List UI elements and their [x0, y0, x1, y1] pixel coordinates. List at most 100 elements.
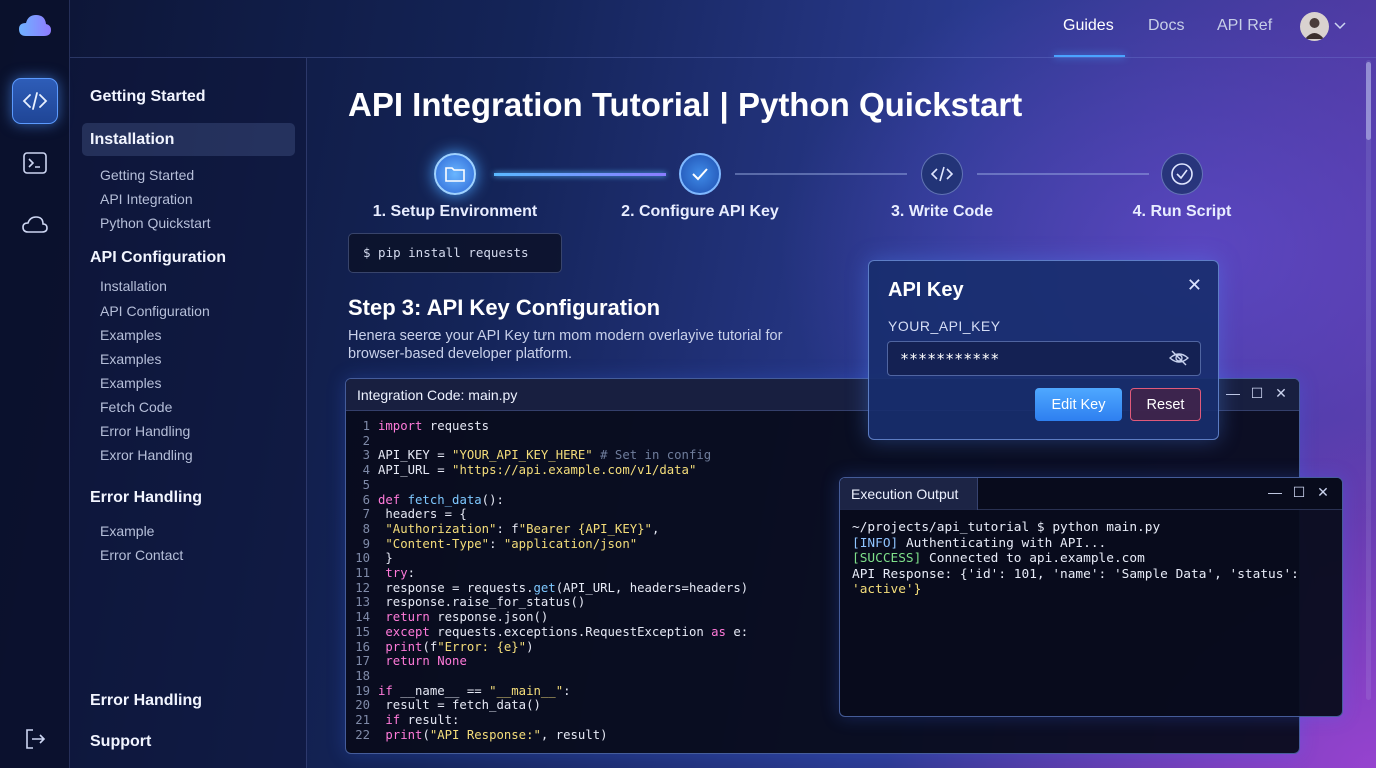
sidebar-item[interactable]: API Configuration [100, 303, 210, 319]
sidebar-footer-error-handling[interactable]: Error Handling [90, 692, 202, 710]
sidebar-head-installation[interactable]: Installation [90, 131, 174, 149]
sidebar-item[interactable]: Exror Handling [100, 447, 193, 463]
sidebar-item[interactable]: Error Contact [100, 547, 183, 563]
code-line: 4 API_URL = "https://api.example.com/v1/d… [346, 463, 1299, 478]
line-number: 17 [355, 654, 370, 669]
line-number: 7 [362, 507, 370, 522]
step-description: Henera seerœ your API Key tưn mom modern… [348, 328, 783, 362]
step-connector-done [494, 173, 666, 176]
code-view-button[interactable] [12, 78, 58, 124]
minimize-icon[interactable]: — [1266, 484, 1284, 500]
cloud-button[interactable] [12, 202, 58, 248]
edit-key-button[interactable]: Edit Key [1035, 388, 1122, 421]
code-text: except requests.exceptions.RequestExcept… [385, 624, 749, 639]
line-number: 10 [355, 551, 370, 566]
code-text: } [378, 551, 393, 566]
code-text: "Authorization": f"Bearer {API_KEY}", [385, 521, 660, 536]
nav-guides[interactable]: Guides [1063, 17, 1114, 35]
line-number: 9 [362, 536, 370, 551]
line-number: 3 [362, 448, 370, 463]
maximize-icon[interactable]: ☐ [1248, 385, 1266, 402]
sidebar-item[interactable]: API Integration [100, 191, 193, 207]
page-scrollbar[interactable] [1366, 60, 1371, 700]
reset-button[interactable]: Reset [1130, 388, 1201, 421]
sidebar-item[interactable]: Error Handling [100, 423, 190, 439]
sidebar-item[interactable]: Examples [100, 375, 161, 391]
line-number: 18 [355, 668, 370, 683]
step-2-indicator[interactable] [679, 153, 721, 195]
line-number: 20 [355, 698, 370, 713]
minimize-icon[interactable]: — [1224, 385, 1242, 401]
step-1-indicator[interactable] [434, 153, 476, 195]
console-line-info: [INFO] Authenticating with API... [852, 536, 1330, 552]
icon-rail [0, 0, 70, 768]
terminal-button[interactable] [12, 140, 58, 186]
line-number: 19 [355, 683, 370, 698]
api-key-dialog: API Key ✕ YOUR_API_KEY Edit Key Reset [868, 260, 1219, 440]
sidebar-item[interactable]: Fetch Code [100, 399, 172, 415]
sidebar: Getting Started Installation Getting Sta… [70, 58, 307, 768]
code-text: if result: [385, 713, 460, 728]
api-key-label: YOUR_API_KEY [888, 318, 1001, 334]
line-number: 2 [362, 433, 370, 448]
logout-button[interactable] [12, 716, 58, 762]
step-4-indicator[interactable] [1161, 153, 1203, 195]
code-text: print(f"Error: {e}") [385, 639, 534, 654]
nav-docs[interactable]: Docs [1148, 17, 1184, 35]
code-line: 22 print("API Response:", result) [346, 728, 1299, 743]
sidebar-head-error-handling[interactable]: Error Handling [90, 489, 202, 507]
console-response-1: API Response: {'id': 101, 'name': 'Sampl… [852, 566, 1299, 582]
line-number: 14 [355, 610, 370, 625]
avatar[interactable] [1300, 12, 1329, 41]
line-number: 15 [355, 624, 370, 639]
sidebar-item[interactable]: Python Quickstart [100, 215, 211, 231]
check-icon [692, 168, 708, 181]
success-tag: [SUCCESS] [852, 551, 922, 567]
sidebar-item[interactable]: Examples [100, 327, 161, 343]
code-text: if __name__ == "__main__": [378, 683, 571, 698]
close-icon[interactable]: ✕ [1314, 484, 1332, 501]
install-command[interactable]: $ pip install requests [348, 233, 562, 273]
code-icon [930, 166, 954, 182]
code-text: response = requests.get(API_URL, headers… [378, 580, 749, 595]
close-icon[interactable]: ✕ [1272, 385, 1290, 402]
code-line: 3 API_KEY = "YOUR_API_KEY_HERE" # Set in … [346, 448, 1299, 463]
line-number: 13 [355, 595, 370, 610]
step-connector [977, 173, 1149, 175]
code-text: try: [385, 566, 416, 581]
step-1-label: 1. Setup Environment [372, 203, 538, 220]
step-connector [735, 173, 907, 175]
eye-off-icon[interactable] [1169, 349, 1189, 367]
sidebar-item[interactable]: Installation [100, 278, 167, 294]
sidebar-head-api-configuration[interactable]: API Configuration [90, 249, 226, 267]
sidebar-head-getting-started[interactable]: Getting Started [90, 88, 206, 106]
sidebar-item[interactable]: Examples [100, 351, 161, 367]
close-icon[interactable]: ✕ [1187, 275, 1202, 296]
cloud-icon [22, 216, 48, 233]
dialog-title: API Key [888, 279, 964, 301]
code-text: import requests [378, 419, 490, 433]
sidebar-footer-support[interactable]: Support [90, 733, 151, 751]
maximize-icon[interactable]: ☐ [1290, 484, 1308, 501]
code-text: "Content-Type": "application/json" [385, 536, 638, 551]
output-console: ~/projects/api_tutorial $ python main.py… [840, 510, 1342, 608]
code-text: return response.json() [385, 610, 549, 625]
output-window-title: Execution Output [851, 486, 959, 502]
line-number: 16 [355, 639, 370, 654]
scrollbar-thumb[interactable] [1366, 62, 1371, 140]
console-line-success: [SUCCESS] Connected to api.example.com [852, 551, 1330, 567]
code-text: response.raise_for_status() [378, 595, 586, 610]
step-3-indicator[interactable] [921, 153, 963, 195]
terminal-icon [23, 152, 47, 174]
line-number: 4 [362, 463, 370, 478]
nav-api-ref[interactable]: API Ref [1217, 17, 1272, 35]
code-text: return None [385, 654, 467, 669]
chevron-down-icon[interactable] [1334, 22, 1346, 30]
sidebar-item[interactable]: Example [100, 523, 154, 539]
output-window-titlebar[interactable]: Execution Output — ☐ ✕ [840, 478, 1342, 510]
step-heading: Step 3: API Key Configuration [348, 295, 661, 320]
api-key-input[interactable] [887, 341, 1201, 376]
step-3-label: 3. Write Code [891, 203, 993, 220]
sidebar-item[interactable]: Getting Started [100, 167, 194, 183]
